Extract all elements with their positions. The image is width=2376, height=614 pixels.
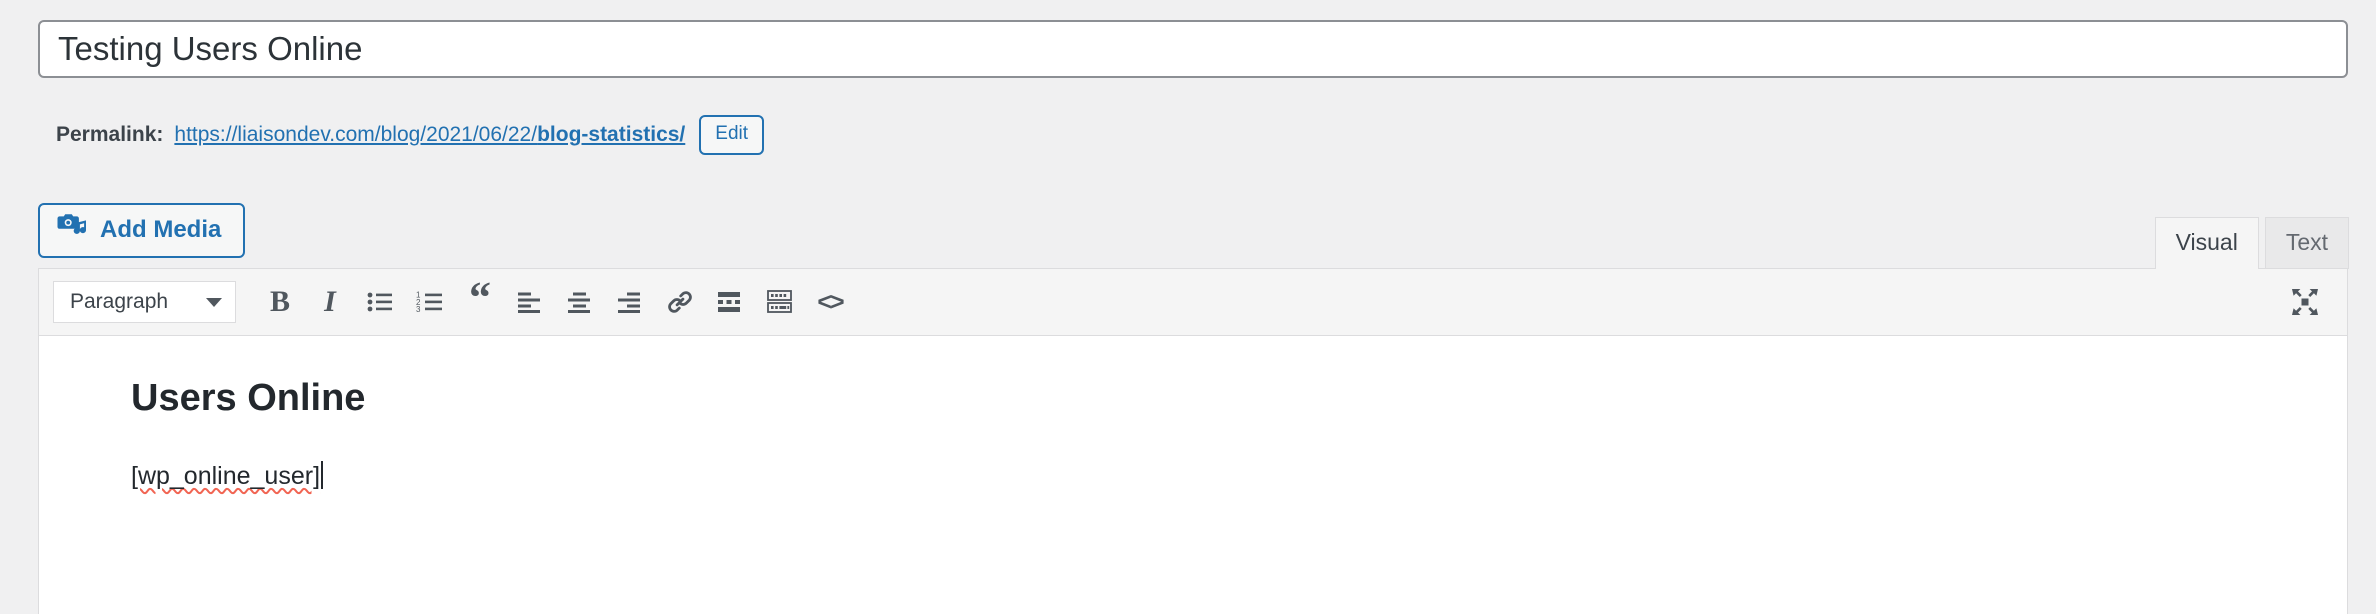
shortcode-text: [wp_online_user] xyxy=(131,461,321,490)
chevron-down-icon xyxy=(206,297,222,307)
bulleted-list-button[interactable] xyxy=(358,280,402,324)
paragraph-format-value: Paragraph xyxy=(70,290,169,313)
permalink-slug: blog-statistics/ xyxy=(537,123,686,146)
post-title-input[interactable] xyxy=(40,29,2346,69)
post-title-field-wrapper xyxy=(38,20,2348,78)
bold-button[interactable]: B xyxy=(258,280,302,324)
permalink-base-url: https://liaisondev.com/blog/2021/06/22/ xyxy=(174,123,538,146)
edit-permalink-button[interactable]: Edit xyxy=(699,115,765,155)
content-heading: Users Online xyxy=(131,377,366,419)
editor-toolbar: Paragraph B I 1 2 3 “ <> xyxy=(39,269,2347,336)
source-code-button[interactable]: <> xyxy=(808,280,852,324)
italic-button[interactable]: I xyxy=(308,280,352,324)
add-media-label: Add Media xyxy=(100,215,222,243)
insert-link-icon[interactable] xyxy=(658,280,702,324)
align-left-button[interactable] xyxy=(508,280,552,324)
tab-visual[interactable]: Visual xyxy=(2154,217,2259,270)
align-right-button[interactable] xyxy=(608,280,652,324)
add-media-button[interactable]: Add Media xyxy=(38,203,246,258)
text-cursor xyxy=(321,460,324,489)
permalink-link[interactable]: https://liaisondev.com/blog/2021/06/22/b… xyxy=(174,123,685,147)
editor-content-area[interactable]: Users Online [wp_online_user] xyxy=(39,336,2347,614)
editor-mode-tabs: Visual Text xyxy=(2154,217,2349,270)
blockquote-glyph: “ xyxy=(469,273,491,322)
svg-text:3: 3 xyxy=(416,305,421,313)
toolbar-toggle-keyboard-icon[interactable] xyxy=(758,280,802,324)
wordpress-classic-editor-screen: Permalink: https://liaisondev.com/blog/2… xyxy=(0,0,2376,614)
align-center-button[interactable] xyxy=(558,280,602,324)
read-more-button[interactable] xyxy=(708,280,752,324)
tab-text[interactable]: Text xyxy=(2264,217,2349,269)
blockquote-button[interactable]: “ xyxy=(458,276,502,324)
editor-container: Paragraph B I 1 2 3 “ <> Users Online [w… xyxy=(38,268,2348,614)
permalink-label: Permalink: xyxy=(56,123,164,146)
media-camera-music-icon xyxy=(57,213,87,247)
numbered-list-button[interactable]: 1 2 3 xyxy=(408,280,452,324)
content-paragraph[interactable]: [wp_online_user] xyxy=(131,460,324,493)
permalink-row: Permalink: https://liaisondev.com/blog/2… xyxy=(56,113,765,157)
distraction-free-mode-icon[interactable] xyxy=(2283,280,2327,324)
paragraph-format-select[interactable]: Paragraph xyxy=(53,281,236,323)
